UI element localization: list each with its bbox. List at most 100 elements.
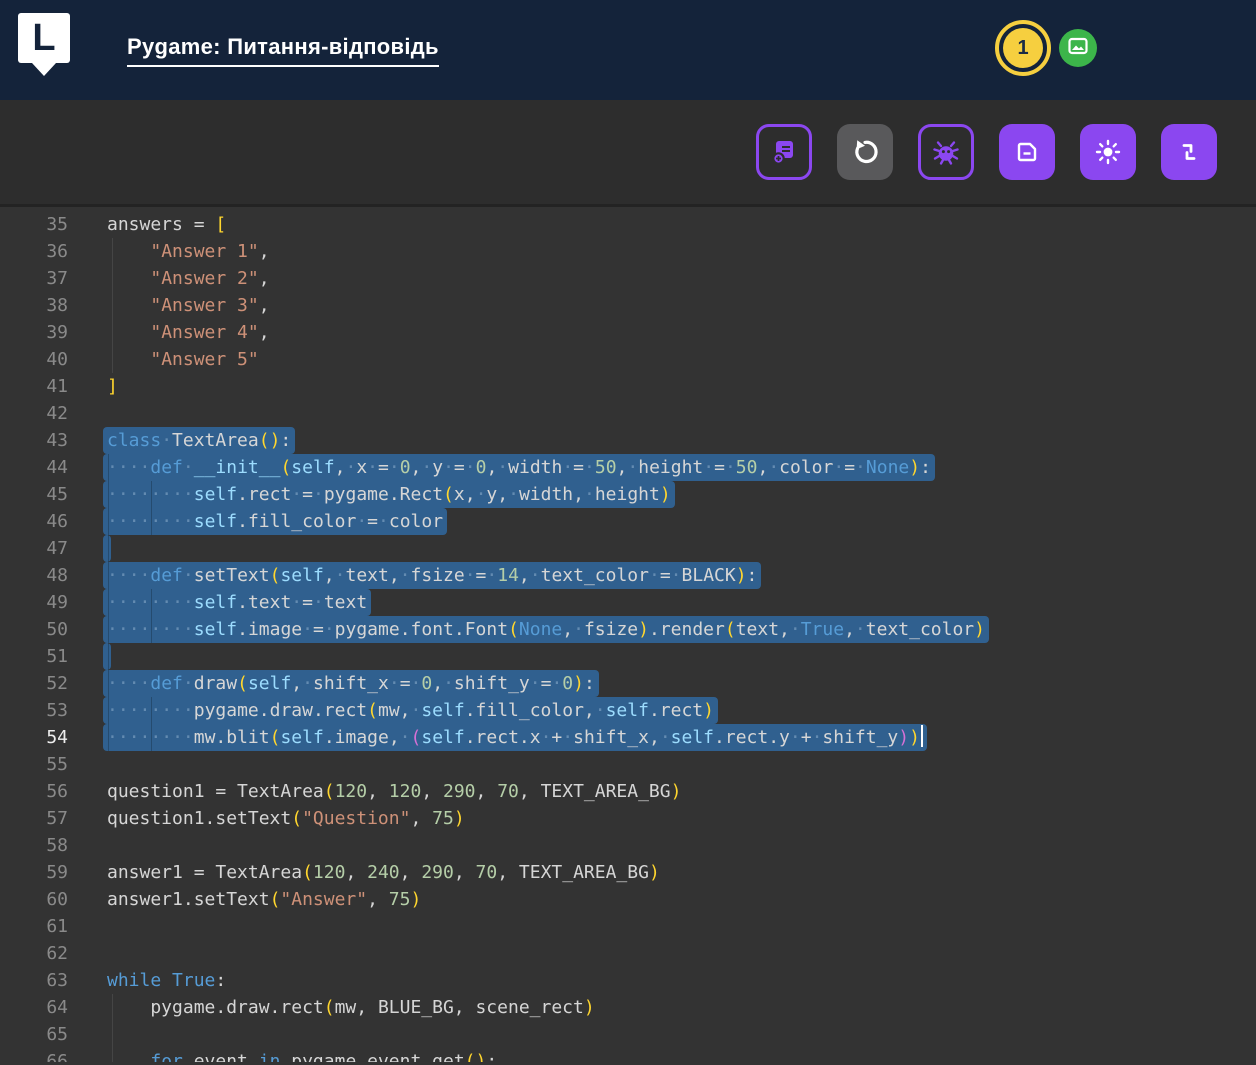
text-cursor — [921, 725, 923, 747]
line-number: 64 — [0, 994, 68, 1021]
indent-guide — [112, 346, 113, 373]
line-number: 59 — [0, 859, 68, 886]
code-line[interactable]: 54 ········mw.blit(self.image,·(self.rect… — [0, 724, 1256, 751]
code-line[interactable]: 47 — [0, 535, 1256, 562]
code-text: answer1.setText("Answer", 75) — [107, 886, 421, 913]
logo[interactable]: L — [18, 13, 70, 76]
code-text: while True: — [107, 967, 226, 994]
code-line[interactable]: 37 "Answer 2", — [0, 265, 1256, 292]
indent-guide — [151, 724, 152, 751]
code-line[interactable]: 43class·TextArea(): — [0, 427, 1256, 454]
line-number: 61 — [0, 913, 68, 940]
indent-guide — [108, 454, 109, 481]
indent-guide — [112, 265, 113, 292]
code-line[interactable]: 60answer1.setText("Answer", 75) — [0, 886, 1256, 913]
line-number: 66 — [0, 1048, 68, 1062]
coin-badge: 1 — [995, 20, 1051, 76]
indent-guide — [108, 481, 109, 508]
indent-guide — [112, 319, 113, 346]
indent-guide — [151, 616, 152, 643]
toolbar — [0, 100, 1256, 207]
image-badge-button[interactable] — [1059, 29, 1097, 67]
code-line[interactable]: 36 "Answer 1", — [0, 238, 1256, 265]
code-line[interactable]: 63 while True: — [0, 967, 1256, 994]
logo-pin-tip — [32, 63, 56, 76]
line-number: 58 — [0, 832, 68, 859]
indent-guide — [151, 589, 152, 616]
code-line[interactable]: 42 — [0, 400, 1256, 427]
code-text: ] — [107, 373, 118, 400]
code-line[interactable]: 48····def·setText(self,·text,·fsize·=·14… — [0, 562, 1256, 589]
code-line[interactable]: 39 "Answer 4", — [0, 319, 1256, 346]
code-text-selected — [103, 643, 111, 670]
code-line[interactable]: 56question1 = TextArea(120, 120, 290, 70… — [0, 778, 1256, 805]
add-file-button[interactable] — [756, 124, 812, 180]
line-number: 47 — [0, 535, 68, 562]
line-number: 51 — [0, 643, 68, 670]
code-line[interactable]: 64 pygame.draw.rect(mw, BLUE_BG, scene_r… — [0, 994, 1256, 1021]
indent-guide — [112, 1048, 113, 1062]
code-text: answers = [ — [107, 211, 226, 238]
code-line[interactable]: 50········self.image·=·pygame.font.Font(… — [0, 616, 1256, 643]
indent-guide — [108, 643, 109, 670]
line-number: 63 — [0, 967, 68, 994]
indent-guide — [151, 697, 152, 724]
debug-button[interactable] — [918, 124, 974, 180]
indent-guide — [108, 697, 109, 724]
code-text: "Answer 5" — [107, 346, 259, 373]
line-number: 38 — [0, 292, 68, 319]
line-number: 40 — [0, 346, 68, 373]
code-text: for event in pygame.event.get(): — [107, 1048, 497, 1062]
line-number: 54 — [0, 724, 68, 751]
code-text-selected: ········pygame.draw.rect(mw,·self.fill_c… — [103, 697, 718, 724]
file-plus-icon — [769, 137, 799, 167]
code-text-selected — [103, 535, 111, 562]
code-line[interactable]: 41] — [0, 373, 1256, 400]
line-number: 43 — [0, 427, 68, 454]
code-line[interactable]: 45········self.rect·=·pygame.Rect(x,·y,·… — [0, 481, 1256, 508]
code-line[interactable]: 40 "Answer 5" — [0, 346, 1256, 373]
expand-icon — [1175, 138, 1203, 166]
code-text: question1 = TextArea(120, 120, 290, 70, … — [107, 778, 681, 805]
code-line[interactable]: 44····def·__init__(self,·x·=·0,·y·=·0,·w… — [0, 454, 1256, 481]
code-line[interactable]: 55 — [0, 751, 1256, 778]
indent-guide — [151, 481, 152, 508]
lesson-title-link[interactable]: Pygame: Питання-відповідь — [127, 34, 439, 67]
code-line[interactable]: 35answers = [ — [0, 211, 1256, 238]
code-text-selected: ········self.text·=·text — [103, 589, 371, 616]
code-line[interactable]: 57question1.setText("Question", 75) — [0, 805, 1256, 832]
line-number: 53 — [0, 697, 68, 724]
sun-icon — [1093, 137, 1123, 167]
code-line[interactable]: 59 answer1 = TextArea(120, 240, 290, 70, … — [0, 859, 1256, 886]
line-number: 55 — [0, 751, 68, 778]
line-number: 45 — [0, 481, 68, 508]
save-button[interactable] — [999, 124, 1055, 180]
code-text-selected: ····def·setText(self,·text,·fsize·=·14,·… — [103, 562, 761, 589]
code-text-selected: ········mw.blit(self.image,·(self.rect.x… — [103, 724, 927, 751]
theme-button[interactable] — [1080, 124, 1136, 180]
code-line[interactable]: 52····def·draw(self,·shift_x·=·0,·shift_… — [0, 670, 1256, 697]
code-line[interactable]: 62 — [0, 940, 1256, 967]
code-line[interactable]: 51 — [0, 643, 1256, 670]
indent-guide — [112, 238, 113, 265]
code-line[interactable]: 65 — [0, 1021, 1256, 1048]
reset-button[interactable] — [837, 124, 893, 180]
code-text: "Answer 1", — [107, 238, 270, 265]
code-line[interactable]: 58 — [0, 832, 1256, 859]
code-line[interactable]: 61 — [0, 913, 1256, 940]
indent-guide — [108, 508, 109, 535]
code-line[interactable]: 49········self.text·=·text — [0, 589, 1256, 616]
indent-guide — [112, 292, 113, 319]
code-text: answer1 = TextArea(120, 240, 290, 70, TE… — [107, 859, 660, 886]
code-line[interactable]: 46········self.fill_color·=·color — [0, 508, 1256, 535]
indent-guide — [108, 589, 109, 616]
line-number: 50 — [0, 616, 68, 643]
code-line[interactable]: 53 ········pygame.draw.rect(mw,·self.fill… — [0, 697, 1256, 724]
indent-guide — [108, 670, 109, 697]
code-line[interactable]: 66 for event in pygame.event.get(): — [0, 1048, 1256, 1062]
code-text: pygame.draw.rect(mw, BLUE_BG, scene_rect… — [107, 994, 595, 1021]
fullscreen-button[interactable] — [1161, 124, 1217, 180]
code-line[interactable]: 38 "Answer 3", — [0, 292, 1256, 319]
code-text-selected: ····def·draw(self,·shift_x·=·0,·shift_y·… — [103, 670, 599, 697]
indent-guide — [108, 535, 109, 562]
